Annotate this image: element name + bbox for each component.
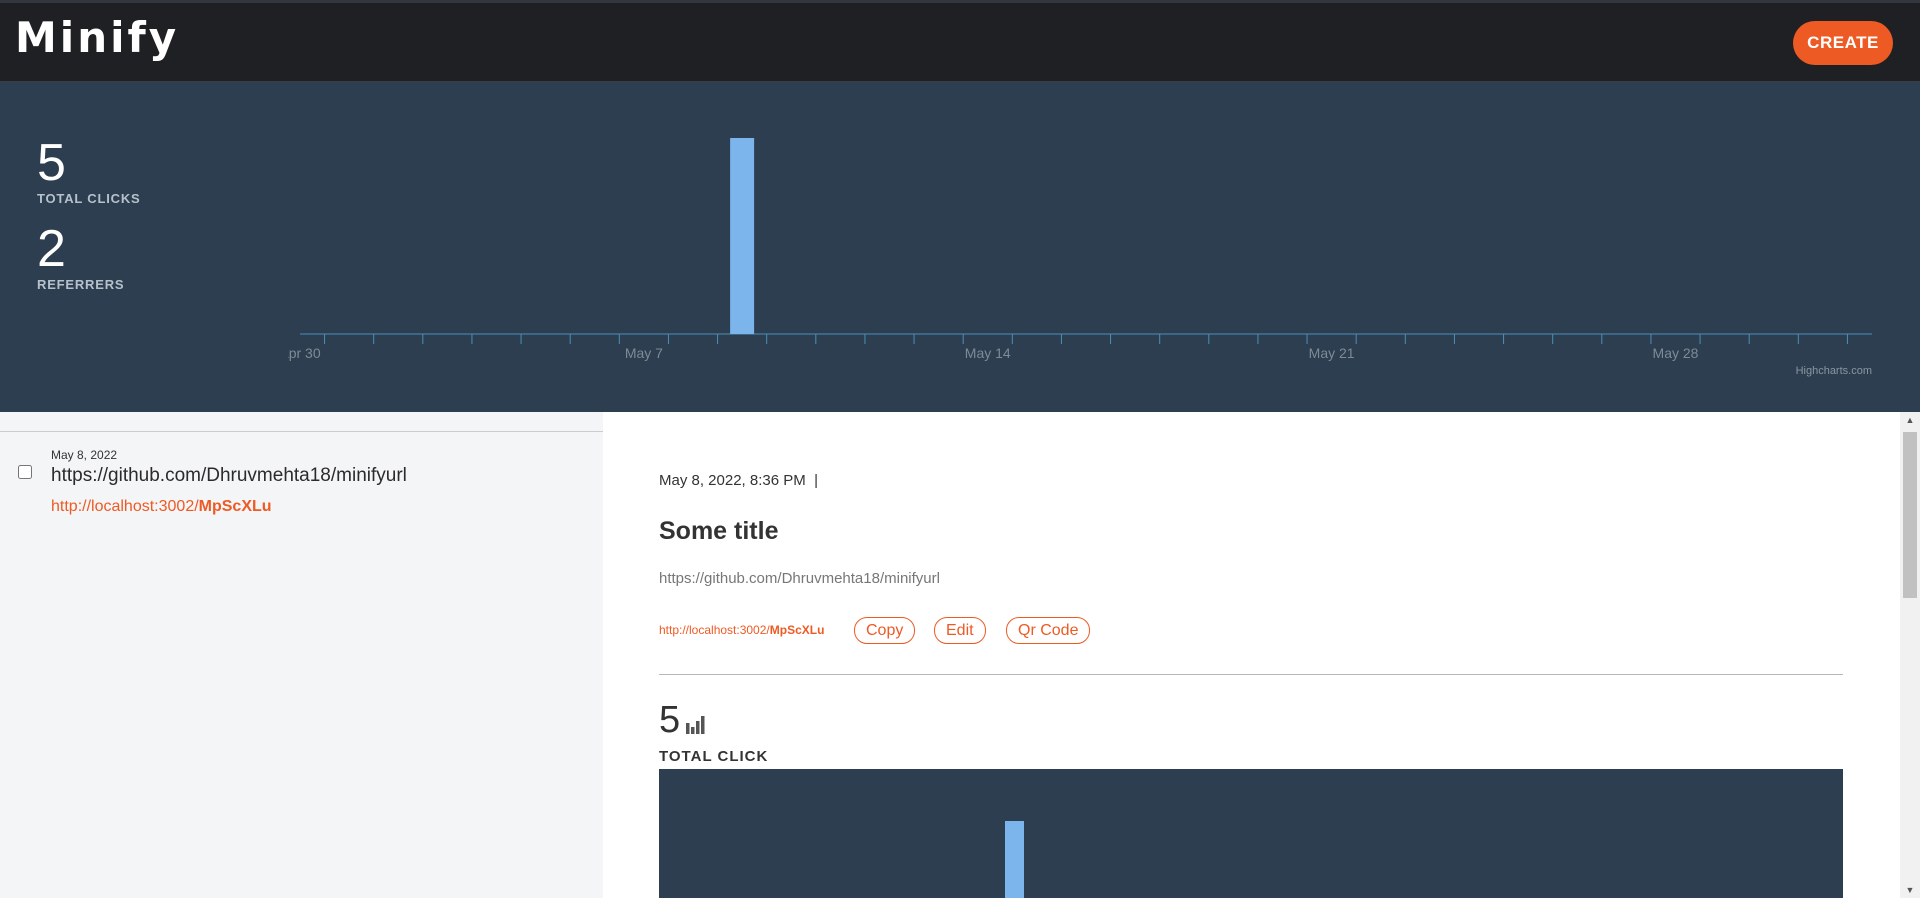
qr-code-button[interactable]: Qr Code: [1006, 617, 1091, 644]
detail-total-click-value: 5: [659, 699, 681, 741]
detail-short-base: http://localhost:3002/: [659, 623, 770, 637]
scroll-up-arrow-icon[interactable]: ▲: [1900, 412, 1920, 428]
detail-title: Some title: [659, 517, 779, 545]
copy-button[interactable]: Copy: [854, 617, 916, 644]
detail-short-url[interactable]: http://localhost:3002/MpScXLu: [659, 623, 824, 637]
scrollbar-thumb[interactable]: [1903, 432, 1917, 598]
detail-scrollbar[interactable]: ▲ ▼: [1900, 412, 1920, 898]
detail-created-date: May 8, 2022, 8:36 PM |: [659, 472, 818, 489]
link-select-checkbox[interactable]: [18, 465, 32, 479]
detail-chart-bar: [1005, 821, 1024, 898]
short-url-code: MpScXLu: [198, 498, 272, 515]
referrers-label: REFERRERS: [37, 277, 125, 292]
detail-chart-svg: [1005, 821, 1024, 898]
create-button[interactable]: CREATE: [1793, 21, 1893, 65]
x-tick-label: May 14: [965, 345, 1011, 361]
x-tick-label: Apr 30: [288, 345, 321, 361]
total-clicks-value: 5: [37, 134, 66, 192]
detail-short-code: MpScXLu: [769, 623, 825, 637]
edit-button[interactable]: Edit: [934, 617, 986, 644]
x-tick-label: May 7: [625, 345, 663, 361]
bar-chart-icon: [686, 716, 705, 734]
app-header: Minify CREATE: [0, 3, 1920, 82]
app-logo[interactable]: Minify: [15, 17, 179, 59]
clicks-chart-svg: Apr 30 May 7 May 14 May 21 May 28 Highcharts.…: [279, 138, 1872, 377]
total-clicks-label: TOTAL CLICKS: [37, 191, 141, 206]
detail-long-url[interactable]: https://github.com/Dhruvmehta18/minifyur…: [659, 570, 940, 587]
detail-divider: [659, 674, 1843, 675]
link-short-url[interactable]: http://localhost:3002/MpScXLu: [51, 498, 272, 516]
detail-clicks-chart: [659, 769, 1843, 898]
detail-separator: |: [814, 472, 818, 489]
created-datetime: May 8, 2022, 8:36 PM: [659, 472, 806, 489]
detail-total-click-label: TOTAL CLICK: [659, 748, 769, 765]
link-long-url[interactable]: https://github.com/Dhruvmehta18/minifyur…: [51, 465, 407, 487]
short-url-base: http://localhost:3002/: [51, 498, 199, 515]
sidebar-divider: [0, 431, 603, 432]
clicks-chart: Apr 30 May 7 May 14 May 21 May 28 Highcharts.…: [279, 82, 1900, 412]
scroll-down-arrow-icon[interactable]: ▼: [1900, 882, 1920, 898]
link-date: May 8, 2022: [51, 448, 118, 462]
chart-credits: Highcharts.com: [1796, 365, 1872, 377]
link-detail-panel: May 8, 2022, 8:36 PM | Some title https:…: [603, 412, 1900, 898]
chart-bar: [730, 138, 755, 334]
links-sidebar: May 8, 2022 https://github.com/Dhruvmeht…: [0, 412, 603, 898]
x-tick-label: May 28: [1653, 345, 1699, 361]
referrers-value: 2: [37, 220, 66, 278]
x-tick-label: May 21: [1309, 345, 1355, 361]
